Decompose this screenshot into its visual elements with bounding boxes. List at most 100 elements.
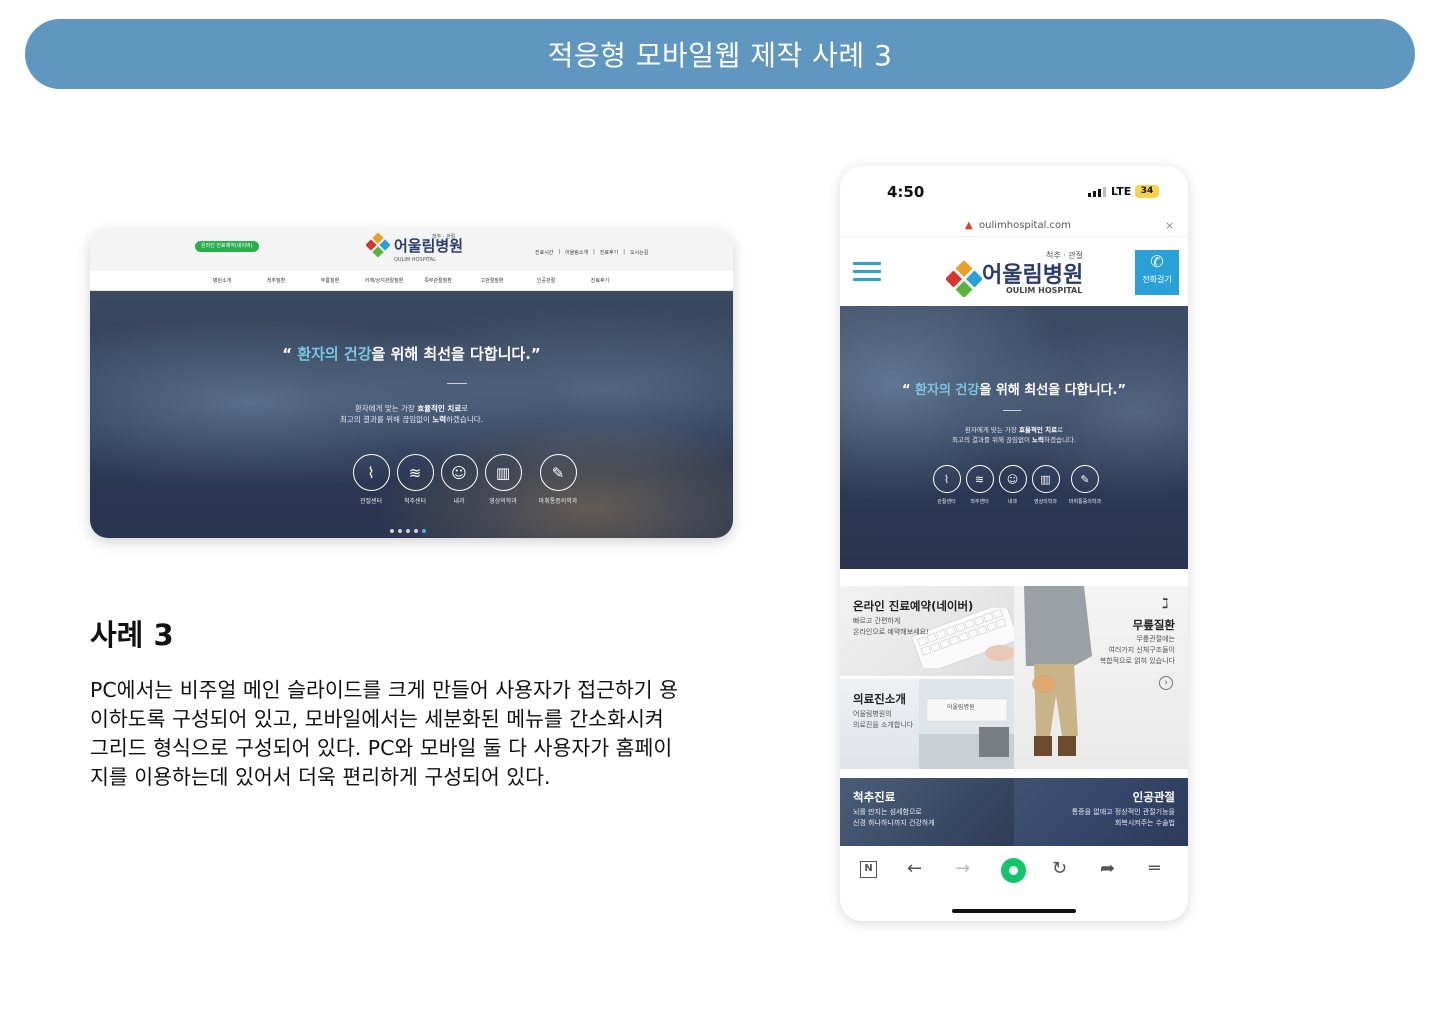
pagination-dot[interactable] — [390, 529, 394, 533]
share-icon[interactable]: ➦ — [1100, 858, 1115, 879]
pc-top-link[interactable]: 오시는길 — [630, 249, 648, 256]
service-internal[interactable]: ☺ 내과 — [998, 465, 1027, 505]
pagination-dot[interactable] — [398, 529, 402, 533]
pc-screenshot: 온라인 진료예약(네이버) 어울림병원 척추 · 관절 OULIM HOSPIT… — [90, 229, 733, 538]
mobile-header: 척추 · 관절 어울림병원 OULIM HOSPITAL ✆ 전화걸기 — [840, 236, 1188, 306]
refresh-icon[interactable]: ↻ — [1052, 858, 1067, 879]
service-joint[interactable]: ⌇ 관절센터 — [352, 454, 390, 505]
title-banner: 적응형 모바일웹 제작 사례 3 — [25, 19, 1415, 89]
chevron-right-icon[interactable]: › — [1159, 676, 1173, 690]
tool-icon: ℷ — [1162, 596, 1169, 612]
pc-logo[interactable]: 어울림병원 척추 · 관절 OULIM HOSPITAL — [366, 233, 463, 263]
pc-nav: 병원소개 척추질환 무릎질환 어깨/상지관절질환 족부관절질환 고관절질환 인공… — [90, 271, 733, 291]
url-bar[interactable]: ▲ oulimhospital.com × — [840, 216, 1188, 236]
browser-toolbar: N ← → ↻ ➦ ═ — [840, 846, 1188, 891]
logo-mark-icon — [946, 261, 982, 297]
pc-nav-item[interactable]: 고관절질환 — [480, 277, 503, 284]
pagination-dot[interactable] — [414, 529, 418, 533]
mobile-screenshot: 4:50 LTE 34 ▲ oulimhospital.com × 척추 · 관… — [840, 166, 1188, 921]
logo-mark-icon — [366, 233, 390, 257]
pc-nav-item[interactable]: 인공관절 — [537, 277, 555, 284]
tile-reserve[interactable]: 온라인 진료예약(네이버) 빠르고 간편하게 온라인으로 예약해보세요! — [840, 586, 1014, 676]
call-button[interactable]: ✆ 전화걸기 — [1135, 250, 1179, 295]
naver-home-icon[interactable]: N — [860, 861, 877, 878]
back-icon[interactable]: ← — [907, 858, 922, 879]
menu-icon[interactable] — [853, 262, 881, 286]
pc-logo-tagline: 척추 · 관절 — [432, 234, 456, 240]
pagination-dot[interactable] — [406, 529, 410, 533]
close-icon[interactable]: × — [1165, 219, 1174, 232]
home-indicator — [952, 909, 1076, 913]
xray-icon: ▥ — [1031, 465, 1060, 493]
lobby-image — [919, 679, 1014, 769]
mobile-hero-quote: “ 환자의 건강을 위해 최선을 다합니다.” — [901, 383, 1127, 398]
status-time: 4:50 — [887, 183, 925, 201]
warning-icon: ▲ — [965, 220, 973, 231]
pc-top-link[interactable]: 진료후기 — [600, 249, 618, 256]
pc-top-link[interactable]: 어울림소개 — [565, 249, 588, 256]
case-desc-line: 지를 이용하는데 있어서 더욱 편리하게 구성되어 있다. — [90, 765, 551, 789]
pc-nav-item[interactable]: 족부관절질환 — [424, 277, 452, 284]
url-text: oulimhospital.com — [979, 220, 1071, 231]
pagination-dot[interactable] — [422, 529, 426, 533]
slide-pagination[interactable] — [390, 529, 426, 533]
pc-hero-sub: 환자에게 맞는 가장 효율적인 치료로 최고의 결과를 위해 끊임없이 노력하겠… — [339, 404, 484, 424]
signal-icon — [1088, 187, 1106, 197]
pc-nav-item[interactable]: 진료후기 — [591, 277, 609, 284]
status-bar: 4:50 LTE 34 — [840, 166, 1188, 216]
service-internal[interactable]: ☺ 내과 — [440, 454, 478, 505]
pc-logo-en: OULIM HOSPITAL — [394, 257, 436, 263]
spine-icon: ≋ — [965, 465, 994, 493]
battery-icon: 34 — [1135, 185, 1159, 198]
doctor-icon: ☺ — [998, 465, 1027, 493]
service-pain[interactable]: ✎ 마취통증의학과 — [528, 454, 588, 505]
pc-hero-slide[interactable]: “ 환자의 건강을 위해 최선을 다합니다.” 환자에게 맞는 가장 효율적인 … — [90, 291, 733, 538]
tile-spine[interactable]: 척추진료 뇌를 만지는 섬세함으로 신경 하나하나까지 건강하게 — [840, 778, 1014, 846]
person-knee-image — [1024, 586, 1092, 756]
service-radiology[interactable]: ▥ 영상의학과 — [1031, 465, 1060, 505]
pc-top-link[interactable]: 진료시간 — [535, 249, 553, 256]
case-description: PC에서는 비주얼 메인 슬라이드를 크게 만들어 사용자가 접근하기 용 이하… — [90, 676, 740, 792]
mobile-hero-sub: 환자에게 맞는 가장 효율적인 치료로 최고의 결과를 위해 끊임없이 노력하겠… — [952, 426, 1076, 444]
mobile-service-icons: ⌇ 관절센터 ≋ 척추센터 ☺ 내과 ▥ 영상의학과 ✎ 마취통증의학과 — [932, 465, 1106, 505]
pc-nav-item[interactable]: 척추질환 — [267, 277, 285, 284]
forward-icon[interactable]: → — [955, 858, 970, 879]
network-label: LTE — [1111, 185, 1132, 198]
service-pain[interactable]: ✎ 마취통증의학과 — [1064, 465, 1106, 505]
case-desc-line: 이하도록 구성되어 있고, 모바일에서는 세분화된 메뉴를 간소화시켜 — [90, 707, 664, 731]
spine-icon: ≋ — [396, 454, 434, 491]
mobile-menu-grid: 온라인 진료예약(네이버) 빠르고 간편하게 온라인으로 예약해보세요! ℷ 무… — [840, 586, 1188, 846]
service-radiology[interactable]: ▥ 영상의학과 — [484, 454, 522, 505]
hero-divider — [1003, 410, 1021, 411]
pc-top-links: 진료시간 | 어울림소개 | 진료후기 | 오시는길 — [535, 249, 649, 256]
pc-hero-quote: “ 환자의 건강을 위해 최선을 다합니다.” — [282, 345, 541, 363]
pc-service-icons: ⌇ 관절센터 ≋ 척추센터 ☺ 내과 ▥ 영상의학과 ✎ 마취통증의학과 — [352, 454, 588, 505]
lobby-sign: 어울림병원 — [947, 704, 975, 711]
tile-intro[interactable]: 어울림병원 의료진소개 어울림병원의 의료진을 소개합니다 — [840, 679, 1014, 769]
case-title: 사례 3 — [90, 618, 174, 652]
hero-divider — [447, 383, 467, 384]
service-joint[interactable]: ⌇ 관절센터 — [932, 465, 961, 505]
menu-lines-icon[interactable]: ═ — [1149, 858, 1160, 879]
mobile-hero-slide[interactable]: “ 환자의 건강을 위해 최선을 다합니다.” 환자에게 맞는 가장 효율적인 … — [840, 306, 1188, 569]
knee-icon: ⌇ — [932, 465, 961, 493]
banner-title: 적응형 모바일웹 제작 사례 3 — [547, 39, 893, 72]
pc-reserve-button[interactable]: 온라인 진료예약(네이버) — [195, 241, 259, 252]
case-desc-line: 그리드 형식으로 구성되어 있다. PC와 모바일 둘 다 사용자가 홈페이 — [90, 736, 673, 760]
tile-knee[interactable]: ℷ 무릎질환 무릎관절에는 여러가지 신체구조들이 복합적으로 얽혀 있습니다 … — [1014, 586, 1188, 769]
xray-icon: ▥ — [484, 454, 522, 491]
service-spine[interactable]: ≋ 척추센터 — [396, 454, 434, 505]
service-spine[interactable]: ≋ 척추센터 — [965, 465, 994, 505]
mobile-logo-en: OULIM HOSPITAL — [1006, 286, 1083, 295]
pc-nav-item[interactable]: 어깨/상지관절질환 — [365, 277, 404, 284]
page: 적응형 모바일웹 제작 사례 3 온라인 진료예약(네이버) 어울림병원 척추 … — [0, 0, 1440, 1024]
tile-joint[interactable]: 인공관절 통증을 없애고 정상적인 관절기능을 회복시켜주는 수술법 — [1014, 778, 1188, 846]
case-desc-line: PC에서는 비주얼 메인 슬라이드를 크게 만들어 사용자가 접근하기 용 — [90, 678, 679, 702]
pc-nav-item[interactable]: 무릎질환 — [321, 277, 339, 284]
syringe-icon: ✎ — [539, 454, 577, 491]
pc-nav-item[interactable]: 병원소개 — [213, 277, 231, 284]
pc-header: 온라인 진료예약(네이버) 어울림병원 척추 · 관절 OULIM HOSPIT… — [90, 229, 733, 271]
keyboard-image — [911, 608, 1014, 668]
mobile-logo-name: 어울림병원 — [982, 263, 1084, 288]
green-dot-icon[interactable] — [1001, 858, 1026, 883]
